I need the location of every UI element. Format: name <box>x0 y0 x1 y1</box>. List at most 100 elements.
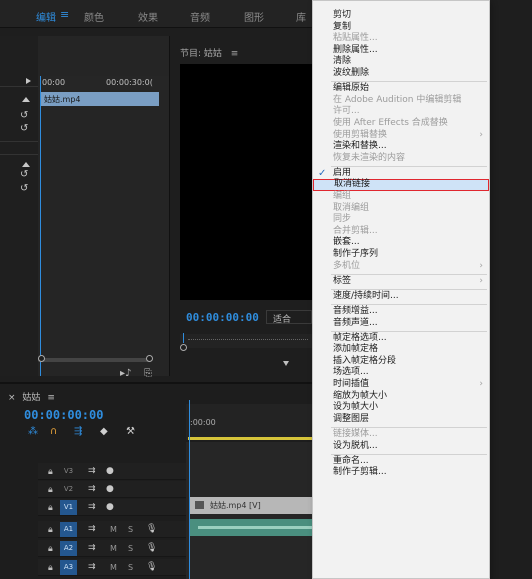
play-audio-icon[interactable]: ▸♪ <box>120 368 131 379</box>
solo-button[interactable]: S <box>128 544 133 553</box>
mic-icon[interactable]: 🎙︎ <box>146 562 157 572</box>
mic-icon[interactable]: 🎙︎ <box>146 524 157 534</box>
timeline-timecode[interactable]: 00:00:00:00 <box>24 408 103 422</box>
menu-item[interactable]: 插入帧定格分段 <box>313 356 489 368</box>
zoom-fit-dropdown[interactable]: 适合 <box>266 310 312 325</box>
menu-item[interactable]: 嵌套... <box>313 237 489 249</box>
lock-icon[interactable]: 🔒︎ <box>48 544 53 554</box>
lock-icon[interactable]: 🔒︎ <box>48 485 53 495</box>
collapse-icon[interactable] <box>22 162 30 167</box>
track-target-v2[interactable]: V2 <box>60 482 77 497</box>
reset-icon[interactable]: ↺ <box>20 184 30 194</box>
eye-icon[interactable]: ● <box>106 502 114 512</box>
program-time-ruler[interactable] <box>180 334 312 348</box>
collapse-icon[interactable] <box>22 97 30 102</box>
mute-button[interactable]: M <box>110 525 117 534</box>
video-clip[interactable]: 姑姑.mp4 [V] <box>190 497 316 514</box>
workspace-tab-graphics[interactable]: 图形 <box>244 9 264 24</box>
menu-item[interactable]: 取消链接 <box>313 179 489 191</box>
linked-selection-icon[interactable]: ⇶ <box>74 426 82 438</box>
audio-clip[interactable] <box>190 519 316 536</box>
menu-item[interactable]: 标签 › <box>313 276 489 288</box>
menu-item[interactable]: 渲染和替换... <box>313 141 489 153</box>
workspace-tab-audio[interactable]: 音频 <box>190 9 210 24</box>
track-target-a1[interactable]: A1 <box>60 522 77 537</box>
program-monitor-title[interactable]: 节目: 姑姑 ≡ <box>180 46 238 59</box>
program-timecode[interactable]: 00:00:00:00 <box>186 311 259 324</box>
menu-item[interactable]: 制作子序列 <box>313 249 489 261</box>
close-icon[interactable]: × <box>8 393 16 403</box>
effect-controls-timeline[interactable]: 00:00 00:00:30:0( 姑姑.mp4 <box>38 36 169 376</box>
menu-item[interactable]: 帧定格选项... <box>313 333 489 345</box>
snap-magnet-icon[interactable]: ∩ <box>50 426 57 438</box>
menu-item[interactable]: 音频增益... <box>313 306 489 318</box>
reset-icon[interactable]: ↺ <box>20 111 30 121</box>
menu-item[interactable]: 复制 <box>313 22 489 34</box>
eye-icon[interactable]: ● <box>106 466 114 476</box>
menu-item[interactable]: 设为帧大小 <box>313 402 489 414</box>
mute-button[interactable]: M <box>110 544 117 553</box>
sync-lock-icon[interactable]: ⇉ <box>88 484 96 494</box>
menu-item[interactable]: 设为脱机... <box>313 441 489 453</box>
workspace-tab-effects[interactable]: 效果 <box>138 9 158 24</box>
program-monitor-video[interactable] <box>180 64 312 300</box>
ec-playhead[interactable] <box>40 76 41 376</box>
workspace-tab-library[interactable]: 库 <box>296 9 306 24</box>
sync-lock-icon[interactable]: ⇉ <box>88 524 96 534</box>
sync-lock-icon[interactable]: ⇉ <box>88 466 96 476</box>
lock-icon[interactable]: 🔒︎ <box>48 503 53 513</box>
sync-lock-icon[interactable]: ⇉ <box>88 562 96 572</box>
menu-item[interactable]: 时间插值 › <box>313 379 489 391</box>
menu-item: 使用 After Effects 合成替换 <box>313 118 489 130</box>
solo-button[interactable]: S <box>128 525 133 534</box>
track-target-a3[interactable]: A3 <box>60 560 77 575</box>
menu-item[interactable]: 重命名... <box>313 456 489 468</box>
sync-lock-icon[interactable]: ⇉ <box>88 502 96 512</box>
workspace-tab-color[interactable]: 颜色 <box>84 9 104 24</box>
reset-icon[interactable]: ↺ <box>20 170 30 180</box>
program-scroll-handle[interactable] <box>180 344 187 351</box>
ec-expand-arrow-icon[interactable] <box>26 78 31 84</box>
track-target-a2[interactable]: A2 <box>60 541 77 556</box>
workspace-tab-edit[interactable]: 编辑 <box>36 9 56 24</box>
ec-scroll-end-handle[interactable] <box>146 355 153 362</box>
ec-scroll-start-handle[interactable] <box>38 355 45 362</box>
timeline-settings-icon[interactable]: ⚒ <box>126 426 135 438</box>
ec-clip-bar[interactable]: 姑姑.mp4 <box>41 92 159 106</box>
track-target-v3[interactable]: V3 <box>60 464 77 479</box>
program-playhead[interactable] <box>183 333 184 343</box>
menu-item[interactable]: 剪切 <box>313 10 489 22</box>
menu-item[interactable]: 清除 <box>313 56 489 68</box>
workspace-menu-icon[interactable]: ≡ <box>60 8 69 21</box>
timeline-playhead[interactable] <box>189 400 190 579</box>
nest-sequence-icon[interactable]: ⁂ <box>28 426 38 438</box>
menu-item[interactable]: 删除属性... <box>313 45 489 57</box>
mic-icon[interactable]: 🎙︎ <box>146 543 157 553</box>
lock-icon[interactable]: 🔒︎ <box>48 525 53 535</box>
lock-icon[interactable]: 🔒︎ <box>48 563 53 573</box>
menu-item[interactable]: 缩放为帧大小 <box>313 391 489 403</box>
eye-icon[interactable]: ● <box>106 484 114 494</box>
timeline-tab[interactable]: × 姑姑 ≡ <box>8 390 55 403</box>
lock-icon[interactable]: 🔒︎ <box>48 467 53 477</box>
menu-item[interactable]: 添加帧定格 <box>313 344 489 356</box>
menu-item[interactable]: 速度/持续时间... <box>313 291 489 303</box>
ec-zoom-scrollbar[interactable] <box>38 358 150 362</box>
menu-item[interactable]: ✓ 启用 <box>313 168 489 180</box>
menu-item[interactable]: 调整图层 <box>313 414 489 426</box>
sync-lock-icon[interactable]: ⇉ <box>88 543 96 553</box>
panel-menu-icon[interactable]: ≡ <box>47 393 55 403</box>
track-target-v1[interactable]: V1 <box>60 500 77 515</box>
panel-menu-icon[interactable]: ≡ <box>231 49 239 59</box>
menu-item[interactable]: 场选项... <box>313 367 489 379</box>
menu-item[interactable]: 制作子剪辑... <box>313 467 489 479</box>
menu-item[interactable]: 波纹删除 <box>313 68 489 80</box>
solo-button[interactable]: S <box>128 563 133 572</box>
add-marker-icon[interactable] <box>283 361 289 366</box>
export-icon[interactable]: ⎘ <box>144 368 152 379</box>
menu-item[interactable]: 编辑原始 <box>313 83 489 95</box>
add-marker-icon[interactable]: ◆ <box>100 426 108 438</box>
reset-icon[interactable]: ↺ <box>20 124 30 134</box>
mute-button[interactable]: M <box>110 563 117 572</box>
menu-item[interactable]: 音频声道... <box>313 318 489 330</box>
